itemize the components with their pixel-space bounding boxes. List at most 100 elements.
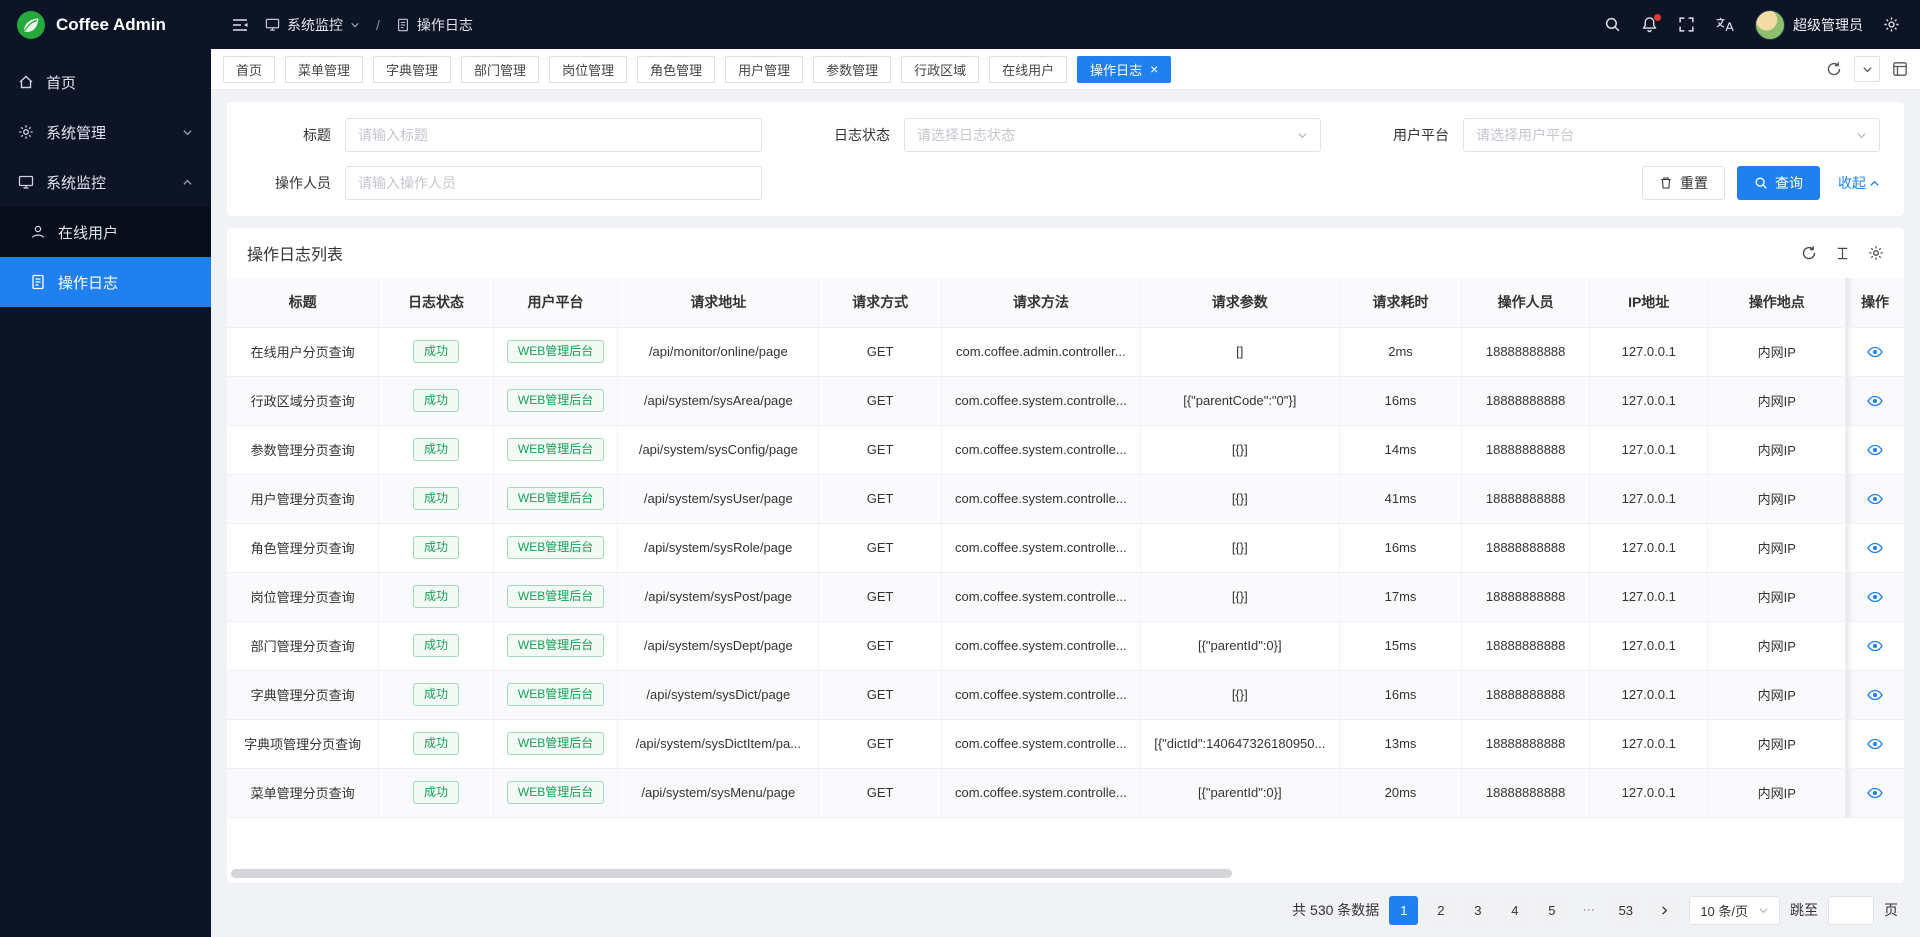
tab-菜单管理[interactable]: 菜单管理 bbox=[285, 56, 363, 83]
view-detail-eye-icon[interactable] bbox=[1867, 638, 1883, 654]
sidebar-item-online-users[interactable]: 在线用户 bbox=[0, 207, 211, 257]
breadcrumb-current[interactable]: 操作日志 bbox=[396, 15, 473, 35]
log-status-select[interactable]: 请选择日志状态 bbox=[904, 118, 1321, 152]
cell-handler: com.coffee.system.controlle... bbox=[941, 425, 1140, 474]
cell-duration: 17ms bbox=[1339, 572, 1462, 621]
view-detail-eye-icon[interactable] bbox=[1867, 540, 1883, 556]
tab-部门管理[interactable]: 部门管理 bbox=[461, 56, 539, 83]
brand[interactable]: Coffee Admin bbox=[0, 0, 211, 49]
platform-tag: WEB管理后台 bbox=[507, 781, 604, 805]
chevron-up-icon bbox=[182, 177, 193, 188]
page-button-53[interactable]: 53 bbox=[1611, 896, 1640, 925]
collapse-sidebar-icon[interactable] bbox=[231, 16, 249, 34]
view-detail-eye-icon[interactable] bbox=[1867, 785, 1883, 801]
page-button-2[interactable]: 2 bbox=[1426, 896, 1455, 925]
language-translate-icon[interactable] bbox=[1715, 16, 1735, 33]
sidebar-item-home[interactable]: 首页 bbox=[0, 57, 211, 107]
table-head-row: 标题日志状态用户平台请求地址请求方式请求方法请求参数请求耗时操作人员IP地址操作… bbox=[227, 278, 1904, 327]
sidebar-item-system-management[interactable]: 系统管理 bbox=[0, 107, 211, 157]
fullscreen-icon[interactable] bbox=[1678, 16, 1695, 33]
tab-字典管理[interactable]: 字典管理 bbox=[373, 56, 451, 83]
view-detail-eye-icon[interactable] bbox=[1867, 442, 1883, 458]
table-row: 部门管理分页查询成功WEB管理后台/api/system/sysDept/pag… bbox=[227, 621, 1904, 670]
page-button-1[interactable]: 1 bbox=[1389, 896, 1418, 925]
view-detail-eye-icon[interactable] bbox=[1867, 393, 1883, 409]
title-filter-input[interactable] bbox=[345, 118, 762, 152]
collapse-filters-link[interactable]: 收起 bbox=[1838, 173, 1880, 193]
view-detail-eye-icon[interactable] bbox=[1867, 736, 1883, 752]
cell-ip: 127.0.0.1 bbox=[1589, 327, 1708, 376]
view-detail-eye-icon[interactable] bbox=[1867, 687, 1883, 703]
horizontal-scrollbar[interactable] bbox=[231, 869, 1900, 878]
tab-在线用户[interactable]: 在线用户 bbox=[989, 56, 1067, 83]
tab-用户管理[interactable]: 用户管理 bbox=[725, 56, 803, 83]
search-icon[interactable] bbox=[1604, 16, 1621, 33]
scrollbar-thumb[interactable] bbox=[231, 869, 1232, 878]
page-button-4[interactable]: 4 bbox=[1500, 896, 1529, 925]
refresh-icon[interactable] bbox=[1801, 245, 1817, 261]
sidebar-item-operation-logs[interactable]: 操作日志 bbox=[0, 257, 211, 307]
tab-close-icon[interactable]: × bbox=[1150, 62, 1158, 76]
cell-operator: 18888888888 bbox=[1462, 768, 1590, 817]
view-detail-eye-icon[interactable] bbox=[1867, 491, 1883, 507]
tab-行政区域[interactable]: 行政区域 bbox=[901, 56, 979, 83]
settings-gear-icon[interactable] bbox=[1883, 16, 1900, 33]
cell-duration: 20ms bbox=[1339, 768, 1462, 817]
column-settings-gear-icon[interactable] bbox=[1868, 245, 1884, 261]
cell-location: 内网IP bbox=[1708, 719, 1846, 768]
cell-params: [{"parentCode":"0"}] bbox=[1140, 376, 1339, 425]
operator-filter-field: 操作人员 bbox=[251, 166, 762, 200]
jump-page-input[interactable] bbox=[1828, 896, 1874, 925]
cell-ip: 127.0.0.1 bbox=[1589, 425, 1708, 474]
cell-ip: 127.0.0.1 bbox=[1589, 523, 1708, 572]
tab-参数管理[interactable]: 参数管理 bbox=[813, 56, 891, 83]
tab-options-chevron-icon[interactable] bbox=[1854, 56, 1880, 82]
gear-icon bbox=[18, 124, 34, 140]
tab-首页[interactable]: 首页 bbox=[223, 56, 275, 83]
tab-操作日志[interactable]: 操作日志× bbox=[1077, 56, 1171, 83]
page-ellipsis[interactable]: ⋯ bbox=[1574, 896, 1603, 925]
user-menu[interactable]: 超级管理员 bbox=[1755, 10, 1863, 40]
user-platform-select[interactable]: 请选择用户平台 bbox=[1463, 118, 1880, 152]
cell-handler: com.coffee.system.controlle... bbox=[941, 474, 1140, 523]
tab-label: 首页 bbox=[236, 60, 262, 79]
cell-location: 内网IP bbox=[1708, 474, 1846, 523]
next-page-button[interactable] bbox=[1650, 896, 1679, 925]
cell-action bbox=[1846, 327, 1904, 376]
platform-tag: WEB管理后台 bbox=[507, 536, 604, 560]
refresh-icon[interactable] bbox=[1826, 61, 1842, 77]
breadcrumb-root[interactable]: 系统监控 bbox=[265, 15, 360, 35]
view-detail-eye-icon[interactable] bbox=[1867, 589, 1883, 605]
operator-filter-input[interactable] bbox=[345, 166, 762, 200]
layout-maximize-icon[interactable] bbox=[1892, 61, 1908, 77]
view-detail-eye-icon[interactable] bbox=[1867, 344, 1883, 360]
page-button-5[interactable]: 5 bbox=[1537, 896, 1566, 925]
tab-角色管理[interactable]: 角色管理 bbox=[637, 56, 715, 83]
cell-params: [{}] bbox=[1140, 425, 1339, 474]
cell-ip: 127.0.0.1 bbox=[1589, 474, 1708, 523]
sidebar-item-system-monitor[interactable]: 系统监控 bbox=[0, 157, 211, 207]
page-size-select[interactable]: 10 条/页 bbox=[1689, 896, 1780, 925]
topbar-actions: 超级管理员 bbox=[1604, 10, 1900, 40]
table-row: 角色管理分页查询成功WEB管理后台/api/system/sysRole/pag… bbox=[227, 523, 1904, 572]
search-button[interactable]: 查询 bbox=[1737, 166, 1820, 200]
tab-label: 参数管理 bbox=[826, 60, 878, 79]
cell-params: [{}] bbox=[1140, 523, 1339, 572]
reset-button[interactable]: 重置 bbox=[1642, 166, 1725, 200]
cell-title: 岗位管理分页查询 bbox=[227, 572, 379, 621]
cell-location: 内网IP bbox=[1708, 621, 1846, 670]
platform-tag: WEB管理后台 bbox=[507, 389, 604, 413]
page-button-3[interactable]: 3 bbox=[1463, 896, 1492, 925]
sidebar: Coffee Admin 首页 系统管理 系统监控 在线用户 bbox=[0, 0, 211, 937]
density-icon[interactable] bbox=[1835, 246, 1850, 261]
search-button-label: 查询 bbox=[1775, 173, 1803, 193]
cell-location: 内网IP bbox=[1708, 572, 1846, 621]
operator-filter-label: 操作人员 bbox=[251, 173, 331, 193]
cell-ip: 127.0.0.1 bbox=[1589, 719, 1708, 768]
tab-label: 菜单管理 bbox=[298, 60, 350, 79]
cell-platform: WEB管理后台 bbox=[493, 474, 618, 523]
notification-bell-icon[interactable] bbox=[1641, 16, 1658, 33]
tab-岗位管理[interactable]: 岗位管理 bbox=[549, 56, 627, 83]
column-header-6: 请求参数 bbox=[1140, 278, 1339, 327]
cell-title: 参数管理分页查询 bbox=[227, 425, 379, 474]
